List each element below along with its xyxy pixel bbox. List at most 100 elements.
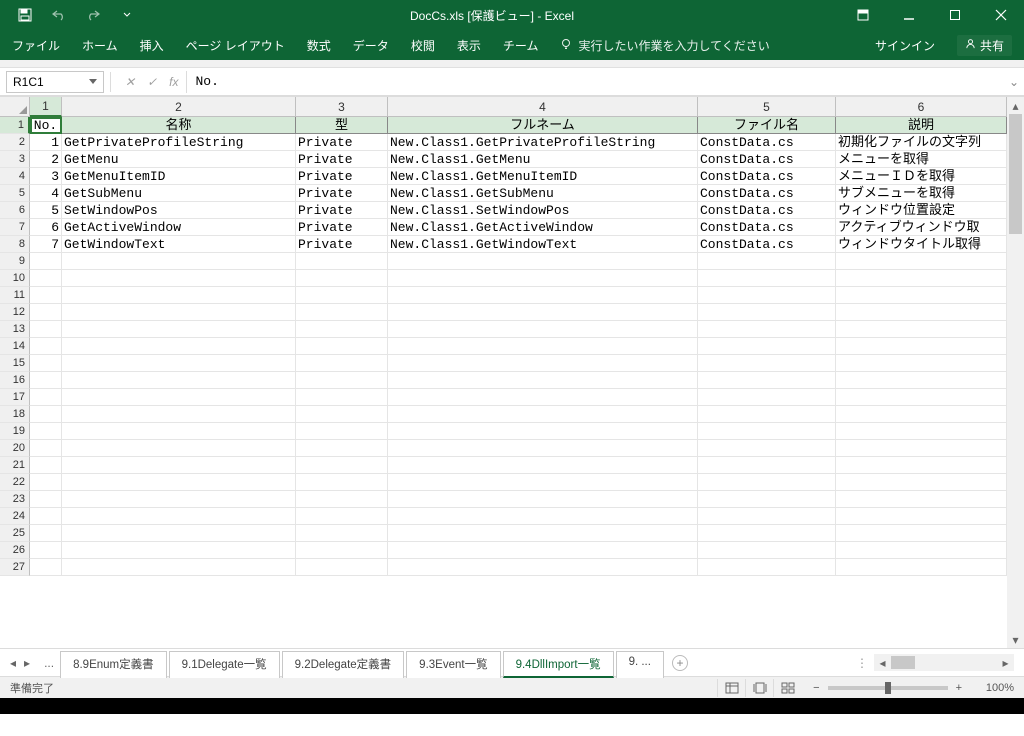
row-header[interactable]: 15 [0,355,30,372]
empty-cell[interactable] [836,355,1007,372]
empty-cell[interactable] [836,406,1007,423]
save-button[interactable] [8,0,42,30]
share-button[interactable]: 共有 [957,35,1012,56]
tab-team[interactable]: チーム [503,37,539,54]
empty-cell[interactable] [698,355,836,372]
row-header[interactable]: 22 [0,474,30,491]
table-cell[interactable]: SetWindowPos [62,202,296,219]
empty-cell[interactable] [30,491,62,508]
empty-cell[interactable] [296,304,388,321]
maximize-button[interactable] [932,0,978,30]
empty-cell[interactable] [62,542,296,559]
column-header[interactable]: 4 [388,97,698,117]
table-header-cell[interactable]: 型 [296,117,388,134]
empty-cell[interactable] [30,440,62,457]
tab-split-handle[interactable]: ⋮ [850,656,874,670]
row-header[interactable]: 17 [0,389,30,406]
tab-page-layout[interactable]: ページ レイアウト [186,37,285,54]
empty-cell[interactable] [62,559,296,576]
scroll-down-arrow[interactable]: ▾ [1007,631,1024,648]
column-header[interactable]: 1 [30,97,62,117]
empty-cell[interactable] [388,491,698,508]
table-cell[interactable]: GetSubMenu [62,185,296,202]
row-header[interactable]: 2 [0,134,30,151]
empty-cell[interactable] [30,321,62,338]
fx-button[interactable]: fx [169,75,178,89]
empty-cell[interactable] [388,457,698,474]
row-header[interactable]: 19 [0,423,30,440]
row-header[interactable]: 6 [0,202,30,219]
table-cell[interactable]: ウィンドウタイトル取得 [836,236,1007,253]
empty-cell[interactable] [388,406,698,423]
empty-cell[interactable] [30,355,62,372]
formula-input[interactable]: No. [186,71,1004,93]
empty-cell[interactable] [698,372,836,389]
table-cell[interactable]: Private [296,134,388,151]
empty-cell[interactable] [62,423,296,440]
hscroll-thumb[interactable] [891,656,915,669]
row-header[interactable]: 12 [0,304,30,321]
table-cell[interactable]: Private [296,151,388,168]
empty-cell[interactable] [698,542,836,559]
empty-cell[interactable] [836,474,1007,491]
empty-cell[interactable] [30,457,62,474]
empty-cell[interactable] [388,542,698,559]
tab-insert[interactable]: 挿入 [140,37,164,54]
row-header[interactable]: 16 [0,372,30,389]
empty-cell[interactable] [30,542,62,559]
empty-cell[interactable] [62,389,296,406]
empty-cell[interactable] [62,287,296,304]
empty-cell[interactable] [296,508,388,525]
table-cell[interactable]: ConstData.cs [698,202,836,219]
table-cell[interactable]: GetPrivateProfileString [62,134,296,151]
row-header[interactable]: 24 [0,508,30,525]
table-cell[interactable]: 1 [30,134,62,151]
empty-cell[interactable] [698,559,836,576]
table-cell[interactable]: Private [296,185,388,202]
empty-cell[interactable] [30,253,62,270]
tab-file[interactable]: ファイル [12,37,60,54]
tab-view[interactable]: 表示 [457,37,481,54]
minimize-button[interactable] [886,0,932,30]
vscroll-thumb[interactable] [1009,114,1022,234]
empty-cell[interactable] [698,389,836,406]
table-cell[interactable]: ConstData.cs [698,134,836,151]
empty-cell[interactable] [698,270,836,287]
sheet-tab[interactable]: 9. ... [616,651,664,678]
empty-cell[interactable] [836,423,1007,440]
table-cell[interactable]: 6 [30,219,62,236]
empty-cell[interactable] [296,389,388,406]
column-header[interactable]: 6 [836,97,1007,117]
cancel-formula-button[interactable]: ✕ [125,75,135,89]
zoom-in-button[interactable]: + [956,682,962,694]
empty-cell[interactable] [296,287,388,304]
vertical-scrollbar[interactable]: ▴ ▾ [1007,97,1024,648]
empty-cell[interactable] [698,440,836,457]
zoom-slider[interactable] [828,686,948,690]
empty-cell[interactable] [698,338,836,355]
empty-cell[interactable] [388,423,698,440]
table-header-cell[interactable]: No. [30,117,62,134]
row-header[interactable]: 13 [0,321,30,338]
row-header[interactable]: 20 [0,440,30,457]
table-cell[interactable]: Private [296,168,388,185]
row-header[interactable]: 4 [0,168,30,185]
normal-view-button[interactable] [717,679,745,697]
zoom-out-button[interactable]: − [813,682,819,694]
empty-cell[interactable] [698,457,836,474]
tab-review[interactable]: 校閲 [411,37,435,54]
row-header[interactable]: 5 [0,185,30,202]
empty-cell[interactable] [62,491,296,508]
empty-cell[interactable] [388,321,698,338]
empty-cell[interactable] [836,559,1007,576]
table-cell[interactable]: Private [296,219,388,236]
close-button[interactable] [978,0,1024,30]
zoom-value[interactable]: 100% [970,682,1014,694]
table-cell[interactable]: New.Class1.GetSubMenu [388,185,698,202]
table-cell[interactable]: 2 [30,151,62,168]
page-break-view-button[interactable] [773,679,801,697]
table-header-cell[interactable]: ファイル名 [698,117,836,134]
scroll-left-arrow[interactable]: ◂ [874,654,891,671]
table-cell[interactable]: New.Class1.GetActiveWindow [388,219,698,236]
table-cell[interactable]: 4 [30,185,62,202]
